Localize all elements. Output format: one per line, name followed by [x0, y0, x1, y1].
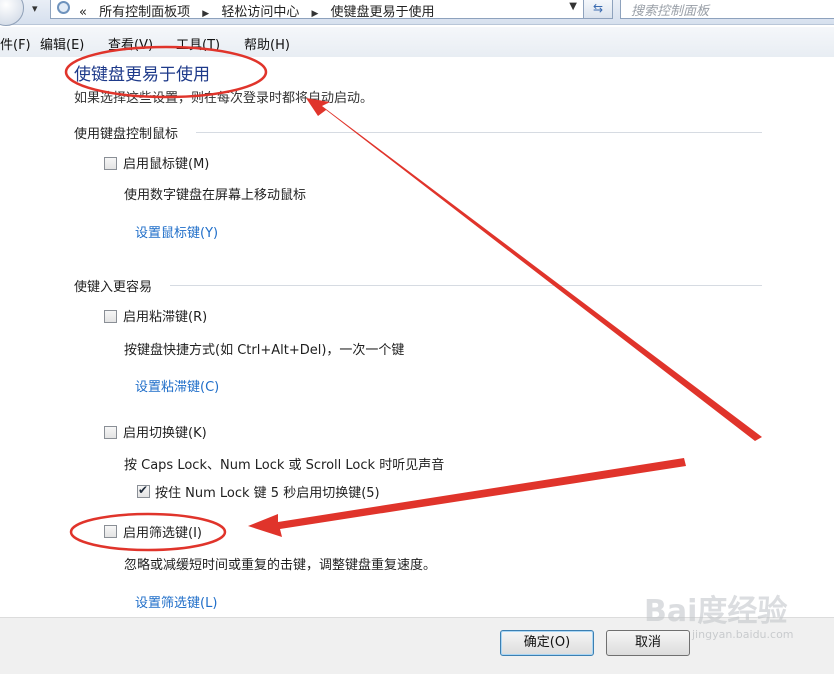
page-description: 如果选择这些设置，则在每次登录时都将自动启动。: [74, 91, 374, 106]
breadcrumb-overflow[interactable]: «: [79, 5, 87, 20]
mouse-keys-checkbox[interactable]: [104, 157, 117, 170]
control-panel-icon: [57, 1, 70, 14]
chevron-right-icon[interactable]: ▶: [202, 9, 209, 19]
address-bar: ▾ « 所有控制面板项 ▶ 轻松访问中心 ▶ 使键盘更易于使用 ▼ ⇆ 搜索控制…: [0, 0, 834, 26]
mouse-keys-description: 使用数字键盘在屏幕上移动鼠标: [124, 188, 307, 203]
sticky-keys-checkbox[interactable]: [104, 310, 117, 323]
search-placeholder: 搜索控制面板: [631, 4, 710, 19]
watermark-url: jingyan.baidu.com: [692, 628, 794, 641]
refresh-button[interactable]: ⇆: [583, 0, 613, 19]
page-title: 使键盘更易于使用: [74, 65, 210, 85]
section-title-typing: 使键入更容易: [74, 280, 153, 295]
mouse-keys-label[interactable]: 启用鼠标键(M): [123, 153, 209, 172]
section-divider: [170, 285, 762, 286]
sticky-keys-description: 按键盘快捷方式(如 Ctrl+Alt+Del)，一次一个键: [124, 343, 405, 358]
breadcrumb-item-ease-of-access[interactable]: 轻松访问中心: [221, 5, 299, 20]
toggle-keys-checkbox[interactable]: [104, 426, 117, 439]
section-divider: [196, 132, 762, 133]
numlock-hold-checkbox[interactable]: [137, 483, 150, 498]
menu-file[interactable]: 件(F): [0, 34, 31, 53]
numlock-hold-label[interactable]: 按住 Num Lock 键 5 秒启用切换键(5): [155, 482, 380, 501]
toggle-keys-description: 按 Caps Lock、Num Lock 或 Scroll Lock 时听见声音: [124, 458, 445, 473]
recent-pages-dropdown-icon[interactable]: ▾: [32, 2, 38, 15]
address-field[interactable]: « 所有控制面板项 ▶ 轻松访问中心 ▶ 使键盘更易于使用 ▼: [50, 0, 584, 20]
filter-keys-label[interactable]: 启用筛选键(I): [123, 522, 202, 541]
filter-keys-description: 忽略或减缓短时间或重复的击键，调整键盘重复速度。: [124, 558, 437, 573]
setup-mouse-keys-link[interactable]: 设置鼠标键(Y): [135, 222, 218, 241]
setup-sticky-keys-link[interactable]: 设置粘滞键(C): [135, 376, 219, 395]
menu-view[interactable]: 查看(V): [108, 34, 153, 53]
settings-panel: 使键盘更易于使用 如果选择这些设置，则在每次登录时都将自动启动。 使用键盘控制鼠…: [0, 57, 834, 617]
breadcrumb-item-keyboard[interactable]: 使键盘更易于使用: [331, 5, 435, 20]
baidu-jingyan-watermark: Bai度经验 jingyan.baidu.com: [640, 582, 830, 652]
setup-filter-keys-link[interactable]: 设置筛选键(L): [135, 592, 217, 611]
chevron-right-icon[interactable]: ▶: [311, 9, 318, 19]
menu-bar: 件(F) 编辑(E) 查看(V) 工具(T) 帮助(H): [0, 27, 834, 58]
address-dropdown-icon[interactable]: ▼: [569, 1, 577, 12]
breadcrumb-item-all-control-panel[interactable]: 所有控制面板项: [99, 5, 190, 20]
menu-tools[interactable]: 工具(T): [176, 34, 220, 53]
toggle-keys-label[interactable]: 启用切换键(K): [123, 422, 207, 441]
watermark-text: Bai度经验: [644, 594, 788, 629]
back-button[interactable]: [0, 0, 24, 26]
refresh-icon: ⇆: [592, 1, 604, 15]
ok-button[interactable]: 确定(O): [500, 630, 594, 656]
search-input[interactable]: 搜索控制面板: [620, 0, 834, 19]
menu-edit[interactable]: 编辑(E): [40, 34, 84, 53]
sticky-keys-label[interactable]: 启用粘滞键(R): [123, 306, 207, 325]
menu-help[interactable]: 帮助(H): [244, 34, 290, 53]
breadcrumb: « 所有控制面板项 ▶ 轻松访问中心 ▶ 使键盘更易于使用: [79, 1, 435, 20]
filter-keys-checkbox[interactable]: [104, 525, 117, 538]
section-title-mouse: 使用键盘控制鼠标: [74, 127, 179, 142]
